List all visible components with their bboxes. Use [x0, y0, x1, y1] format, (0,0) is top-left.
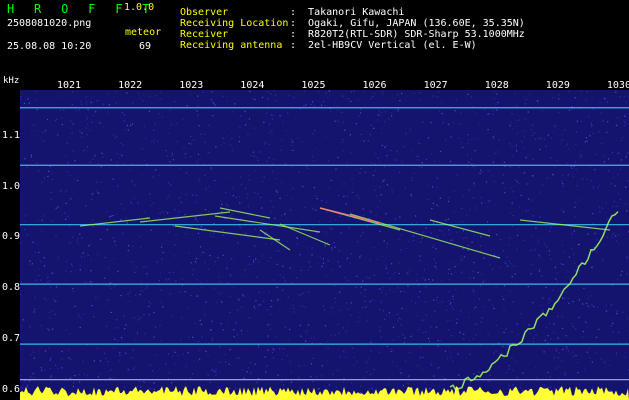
file-name: 2508081020.png — [7, 18, 92, 29]
location-value: : Ogaki, Gifu, JAPAN (136.60E, 35.35N) — [290, 18, 525, 29]
observer-label: Observer — [180, 7, 229, 18]
receiver-value: : R820T2(RTL-SDR) SDR-Sharp 53.1000MHz — [290, 29, 525, 40]
frequency-label: 0.7 — [2, 333, 21, 345]
location-label: Receiving Location — [180, 18, 289, 29]
observer-value: : Takanori Kawachi — [290, 7, 405, 18]
antenna-label: Receiving antenna — [180, 40, 283, 51]
app-version: 1.0.0 — [124, 2, 155, 13]
meteor-label: meteor — [125, 27, 162, 38]
frequency-unit-label: kHz — [3, 76, 20, 86]
frequency-label: 0.9 — [2, 231, 21, 243]
frequency-label: 0.6 — [2, 383, 21, 395]
spectrogram-canvas — [20, 90, 629, 400]
frequency-label: 1.1 — [2, 129, 21, 141]
capture-datetime: 25.08.08 10:20 — [7, 41, 92, 52]
meteor-count: 69 — [139, 41, 152, 52]
header-panel: H R O F F T 1.0.0 2508081020.png meteor … — [0, 0, 629, 76]
receiver-label: Receiver — [180, 29, 229, 40]
spectrogram-background — [20, 90, 629, 400]
frequency-label: 1.0 — [2, 180, 21, 192]
antenna-value: : 2el-HB9CV Vertical (el. E-W) — [290, 40, 477, 51]
frequency-label: 0.8 — [2, 282, 21, 294]
